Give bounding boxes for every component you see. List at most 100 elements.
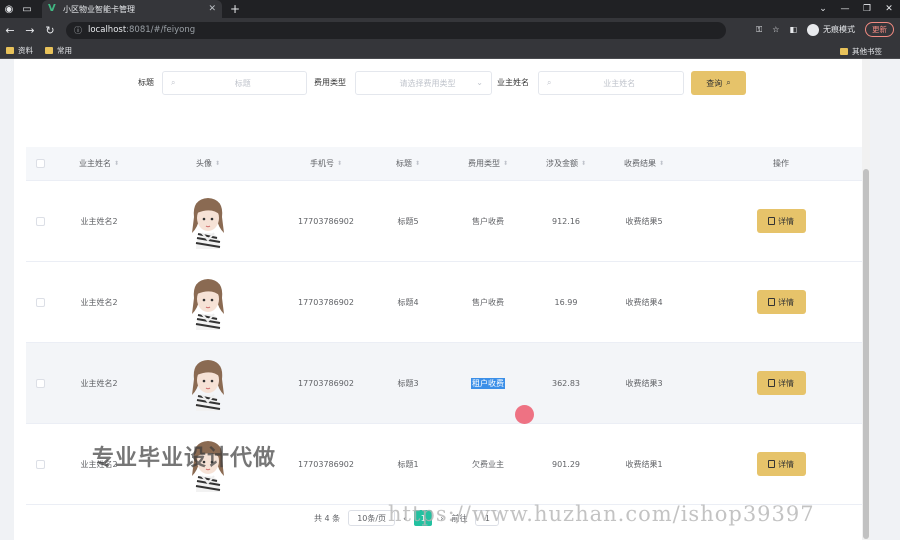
title-cell: 标题5: [397, 216, 419, 226]
url-host: localhost: [88, 25, 127, 35]
document-icon: [768, 379, 775, 387]
bookmark-folder-changyong[interactable]: 常用: [45, 45, 72, 56]
other-bookmarks[interactable]: 其他书签: [840, 46, 882, 57]
close-window-icon[interactable]: ✕: [878, 0, 900, 18]
restore-icon[interactable]: ❐: [856, 0, 878, 18]
avatar-cell: [144, 343, 272, 424]
title-cell: 标题3: [397, 378, 419, 388]
header-title[interactable]: 标题 ⬍: [380, 147, 436, 181]
sort-icon[interactable]: ⬍: [415, 160, 420, 167]
title-input[interactable]: ⌕ 标题: [162, 71, 307, 95]
header-phone[interactable]: 手机号 ⬍: [272, 147, 380, 181]
table-row[interactable]: 业主姓名2 17703786902 标题3 租户收费 362.83 收费结果3 …: [26, 343, 866, 424]
checkbox[interactable]: [35, 378, 45, 388]
amount-cell: 16.99: [554, 297, 578, 307]
checkbox[interactable]: [35, 459, 45, 469]
site-info-icon[interactable]: ⓘ: [74, 25, 82, 36]
sort-icon[interactable]: ⬍: [215, 160, 220, 167]
incognito-label: 无痕模式: [823, 25, 855, 34]
tab-close-icon[interactable]: ✕: [208, 4, 216, 14]
header-select-all[interactable]: [26, 147, 54, 181]
table-header: 业主姓名 ⬍ 头像 ⬍ 手机号 ⬍ 标题 ⬍ 费用类型 ⬍ 涉及金额 ⬍ 收费结果 ⬍ 操作: [26, 147, 866, 181]
browser-tab-bar: ◉ ▭ V 小区物业智能卡管理 ✕ + ⌄ — ❐ ✕: [0, 0, 900, 18]
header-avatar[interactable]: 头像 ⬍: [144, 147, 272, 181]
browser-tab[interactable]: V 小区物业智能卡管理 ✕: [42, 0, 222, 18]
actions-cell: 详情: [696, 343, 866, 424]
header-fee-type[interactable]: 费用类型 ⬍: [436, 147, 540, 181]
detail-button[interactable]: 详情: [756, 452, 806, 476]
folder-icon: [840, 48, 848, 55]
chevron-down-icon[interactable]: ⌄: [812, 0, 834, 18]
phone-cell: 17703786902: [298, 459, 354, 469]
url-path: :8081/#/feiyong: [126, 25, 196, 35]
table-row[interactable]: 业主姓名2 17703786902 标题4 售户收费 16.99 收费结果4 详…: [26, 262, 866, 343]
fee-type-cell: 欠费业主: [472, 459, 504, 469]
scrollbar-thumb[interactable]: [863, 169, 869, 539]
owner-cell: 业主姓名2: [80, 378, 118, 388]
key-icon[interactable]: ⚿: [756, 25, 762, 35]
star-icon[interactable]: ☆: [772, 25, 779, 34]
document-icon: [768, 298, 775, 306]
avatar: [192, 360, 224, 411]
watermark-url: https://www.huzhan.com/ishop39397: [388, 502, 815, 526]
query-button[interactable]: 查询 ⌕: [691, 71, 746, 95]
window-controls: ⌄ — ❐ ✕: [812, 0, 900, 18]
header-result[interactable]: 收费结果 ⬍: [592, 147, 696, 181]
detail-button[interactable]: 详情: [756, 209, 806, 233]
owner-cell: 业主姓名2: [80, 297, 118, 307]
address-bar: ← → ↻ ⓘ localhost :8081/#/feiyong ⚿ ☆ ◧ …: [0, 18, 900, 42]
bookmark-folder-ziliao[interactable]: 资料: [6, 45, 33, 56]
search-icon: ⌕: [726, 78, 731, 87]
row-select[interactable]: [26, 181, 54, 262]
result-cell: 收费结果5: [625, 216, 663, 226]
sort-icon[interactable]: ⬍: [581, 160, 586, 167]
update-button[interactable]: 更新: [865, 22, 894, 37]
sort-icon[interactable]: ⬍: [114, 160, 119, 167]
folder-icon: [45, 46, 53, 54]
minimize-icon[interactable]: —: [834, 0, 856, 18]
actions-cell: 详情: [696, 262, 866, 343]
checkbox[interactable]: [35, 216, 45, 226]
table-row[interactable]: 业主姓名2 17703786902 标题5 售户收费 912.16 收费结果5 …: [26, 181, 866, 262]
title-cell: 标题1: [397, 459, 419, 469]
detail-button[interactable]: 详情: [756, 371, 806, 395]
sort-icon[interactable]: ⬍: [337, 160, 342, 167]
incognito-icon: [807, 23, 819, 36]
actions-cell: 详情: [696, 424, 866, 505]
cursor-indicator: [515, 405, 534, 424]
avatar-cell: [144, 262, 272, 343]
bookmarks-bar: 资料 常用 其他书签: [0, 42, 900, 59]
row-select[interactable]: [26, 262, 54, 343]
document-icon: [768, 217, 775, 225]
phone-cell: 17703786902: [298, 297, 354, 307]
owner-input[interactable]: ⌕ 业主姓名: [538, 71, 684, 95]
browser-menu-icon[interactable]: ◉: [0, 0, 18, 18]
sort-icon[interactable]: ⬍: [659, 160, 664, 167]
incognito-indicator[interactable]: 无痕模式: [807, 23, 855, 36]
checkbox[interactable]: [35, 159, 45, 168]
detail-button[interactable]: 详情: [756, 290, 806, 314]
fee-type-select[interactable]: 请选择费用类型 ⌄: [355, 71, 492, 95]
forward-icon[interactable]: →: [20, 24, 40, 37]
sidebar-icon[interactable]: ◧: [789, 25, 797, 34]
row-select[interactable]: [26, 343, 54, 424]
document-icon: [768, 460, 775, 468]
search-icon: ⌕: [547, 78, 552, 87]
avatar-cell: [144, 181, 272, 262]
header-amount[interactable]: 涉及金额 ⬍: [540, 147, 592, 181]
folder-icon: [6, 46, 14, 54]
tab-strip-icon[interactable]: ▭: [18, 0, 36, 18]
back-icon[interactable]: ←: [0, 24, 20, 37]
reload-icon[interactable]: ↻: [40, 24, 60, 37]
sort-icon[interactable]: ⬍: [503, 160, 508, 167]
result-cell: 收费结果1: [625, 459, 663, 469]
phone-cell: 17703786902: [298, 216, 354, 226]
owner-cell: 业主姓名2: [80, 216, 118, 226]
owner-label: 业主姓名: [497, 78, 529, 87]
url-field[interactable]: ⓘ localhost :8081/#/feiyong: [66, 21, 726, 39]
row-select[interactable]: [26, 424, 54, 505]
checkbox[interactable]: [35, 297, 45, 307]
watermark-text: 专业毕业设计代做: [92, 446, 277, 471]
header-owner[interactable]: 业主姓名 ⬍: [54, 147, 144, 181]
new-tab-icon[interactable]: +: [230, 2, 240, 16]
